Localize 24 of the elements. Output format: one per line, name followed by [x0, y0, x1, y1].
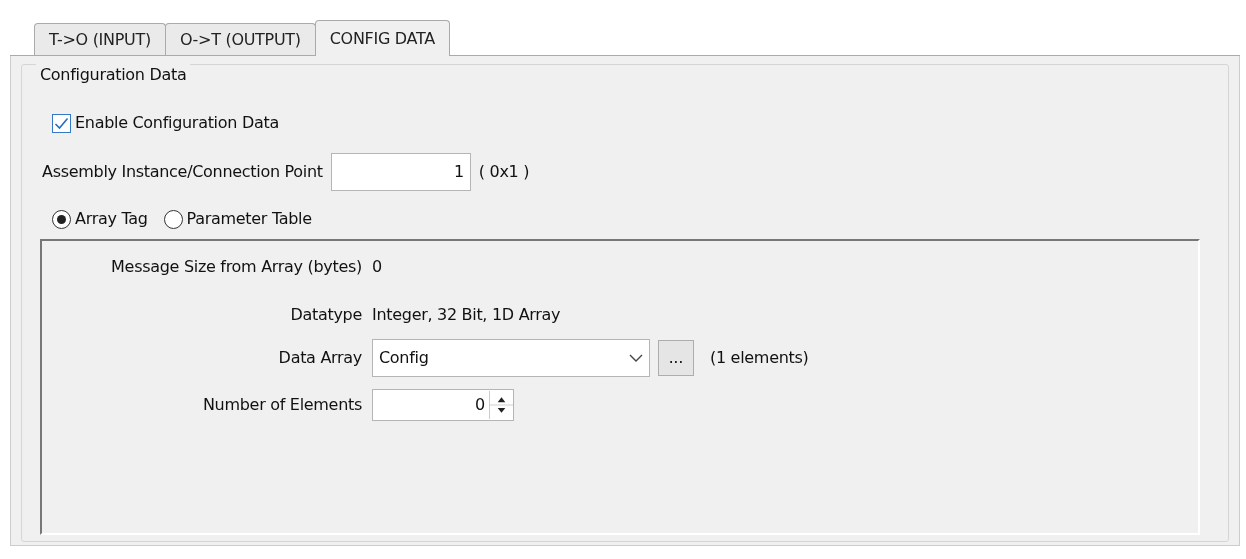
element-count: (1 elements): [710, 347, 809, 369]
field-label: Data Array: [277, 347, 363, 369]
radio-button[interactable]: [163, 209, 183, 229]
hex-value: ( 0x1 ): [478, 161, 530, 183]
dropdown[interactable]: Config: [372, 339, 650, 377]
tab[interactable]: O->T (OUTPUT): [164, 23, 316, 55]
radio-button[interactable]: [52, 209, 71, 229]
field-label: Datatype: [289, 304, 363, 326]
assembly-input-field[interactable]: 1: [330, 153, 471, 191]
checkbox-label: Enable Configuration Data: [75, 112, 279, 134]
field-label: Message Size from Array (bytes): [110, 256, 363, 278]
tab[interactable]: T->O (INPUT): [34, 23, 166, 55]
field-label: Assembly Instance/Connection Point: [42, 161, 323, 183]
radio-label: Parameter Table: [186, 208, 312, 230]
field-value: 0: [372, 256, 382, 278]
field-value: Integer, 32 Bit, 1D Array: [372, 304, 561, 326]
radio-label: Array Tag: [75, 208, 148, 230]
browse-button[interactable]: ...: [658, 340, 694, 376]
chevron-icon: [629, 354, 643, 362]
spin-arrows-icon: [489, 391, 513, 419]
number-spinner[interactable]: 0: [372, 389, 514, 421]
checkbox[interactable]: [52, 113, 71, 133]
tab[interactable]: CONFIG DATA: [314, 20, 450, 56]
field-label: Number of Elements: [201, 394, 363, 416]
